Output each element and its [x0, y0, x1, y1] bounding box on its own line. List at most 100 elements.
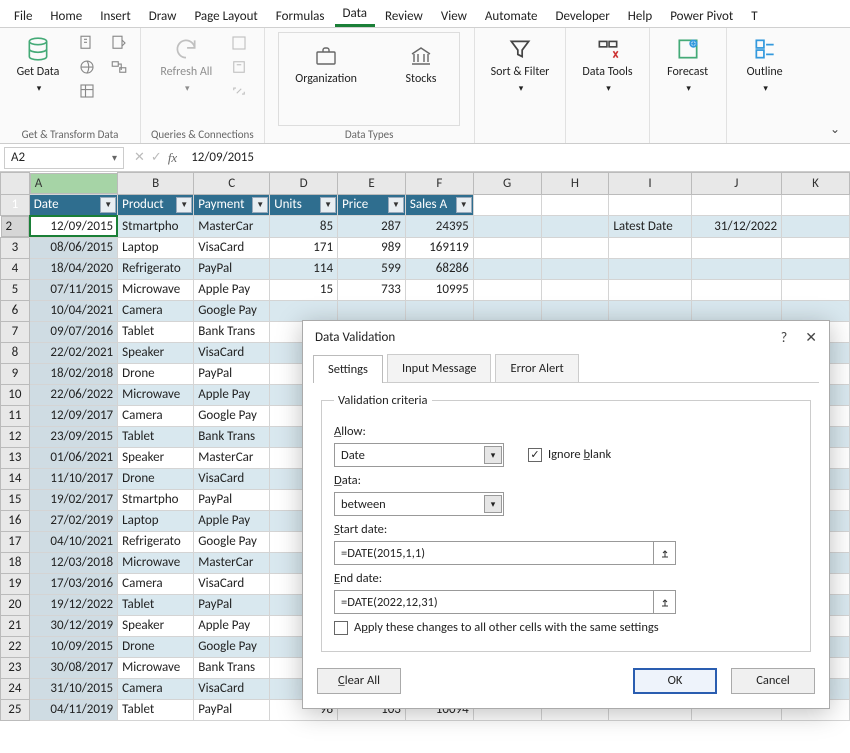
row-header[interactable]: 13 [1, 447, 30, 468]
col-header-I[interactable]: I [609, 173, 691, 195]
end-date-input[interactable]: =DATE(2022,12,31) [334, 590, 654, 614]
cell[interactable]: Google Pay [194, 636, 270, 657]
cancel-formula-button[interactable]: ✕ [134, 150, 145, 165]
cell[interactable]: 114 [270, 258, 338, 279]
cell[interactable]: Microwave [118, 552, 194, 573]
cell[interactable]: 07/11/2015 [29, 279, 117, 300]
row-header[interactable]: 8 [1, 342, 30, 363]
cell[interactable]: 23/09/2015 [29, 426, 117, 447]
range-picker-button[interactable] [654, 590, 676, 614]
cell[interactable]: 989 [338, 237, 406, 258]
cell[interactable]: 22/02/2021 [29, 342, 117, 363]
cell[interactable]: 85 [270, 215, 338, 237]
forecast-button[interactable]: Forecast ▾ [660, 32, 716, 98]
row-header[interactable]: 17 [1, 531, 30, 552]
cancel-button[interactable]: Cancel [731, 668, 815, 694]
cell[interactable]: PayPal [194, 363, 270, 384]
table-header-cell[interactable]: Product▼ [118, 194, 194, 215]
name-box[interactable]: A2 ▾ [4, 147, 124, 169]
cell[interactable]: Tablet [118, 321, 194, 342]
cell[interactable]: Bank Trans [194, 426, 270, 447]
help-button[interactable]: ? [781, 329, 788, 346]
cell[interactable]: Drone [118, 636, 194, 657]
cell[interactable]: Camera [118, 405, 194, 426]
cell[interactable]: Drone [118, 363, 194, 384]
cell[interactable]: 31/12/2022 [691, 215, 781, 237]
table-header-cell[interactable]: Sales A▼ [405, 194, 473, 215]
cell[interactable]: Speaker [118, 447, 194, 468]
cell[interactable]: 68286 [405, 258, 473, 279]
row-header[interactable]: 24 [1, 678, 30, 699]
cell[interactable] [338, 300, 406, 321]
cell[interactable]: Apple Pay [194, 279, 270, 300]
col-header-H[interactable]: H [541, 173, 609, 195]
ignore-blank-checkbox[interactable]: ✓ Ignore blank [528, 447, 611, 462]
cell[interactable]: 733 [338, 279, 406, 300]
cell[interactable] [541, 279, 609, 300]
filter-button[interactable]: ▼ [100, 197, 116, 213]
cell[interactable]: Camera [118, 678, 194, 699]
cell[interactable] [473, 300, 541, 321]
cell[interactable]: Camera [118, 300, 194, 321]
tab-view[interactable]: View [433, 6, 475, 27]
cell[interactable]: Stmartpho [118, 215, 194, 237]
cell[interactable]: MasterCar [194, 552, 270, 573]
cell[interactable] [691, 300, 781, 321]
cell[interactable] [609, 300, 691, 321]
tab-home[interactable]: Home [42, 6, 90, 27]
cell[interactable]: Latest Date [609, 215, 691, 237]
row-header[interactable]: 1 [1, 194, 30, 215]
cell[interactable]: Microwave [118, 279, 194, 300]
tab-draw[interactable]: Draw [141, 6, 185, 27]
row-header[interactable]: 15 [1, 489, 30, 510]
cell[interactable]: MasterCar [194, 447, 270, 468]
cell[interactable]: 10/04/2021 [29, 300, 117, 321]
accept-formula-button[interactable]: ✓ [151, 150, 162, 165]
start-date-input[interactable]: =DATE(2015,1,1) [334, 541, 654, 565]
cell[interactable]: Microwave [118, 657, 194, 678]
recent-sources-button[interactable] [108, 32, 130, 54]
col-header-C[interactable]: C [194, 173, 270, 195]
cell[interactable]: Refrigerato [118, 258, 194, 279]
row-header[interactable]: 14 [1, 468, 30, 489]
cell[interactable] [782, 279, 850, 300]
tab-developer[interactable]: Developer [548, 6, 618, 27]
edit-links-button[interactable] [228, 80, 250, 102]
from-web-button[interactable] [76, 56, 98, 78]
cell[interactable]: 08/06/2015 [29, 237, 117, 258]
col-header-G[interactable]: G [473, 173, 541, 195]
tab-data[interactable]: Data [335, 3, 376, 27]
get-data-button[interactable]: Get Data ▾ [10, 32, 66, 98]
properties-button[interactable] [228, 56, 250, 78]
range-picker-button[interactable] [654, 541, 676, 565]
row-header[interactable]: 18 [1, 552, 30, 573]
cell[interactable]: Camera [118, 573, 194, 594]
cell[interactable] [782, 237, 850, 258]
cell[interactable]: Tablet [118, 426, 194, 447]
cell[interactable] [541, 237, 609, 258]
cell[interactable]: PayPal [194, 594, 270, 615]
tab-insert[interactable]: Insert [92, 6, 139, 27]
dialog-tab-error-alert[interactable]: Error Alert [495, 354, 578, 382]
col-header-B[interactable]: B [118, 173, 194, 195]
cell[interactable]: 10/09/2015 [29, 636, 117, 657]
sort-filter-button[interactable]: Sort & Filter ▾ [485, 32, 556, 98]
cell[interactable]: 31/10/2015 [29, 678, 117, 699]
cell[interactable]: VisaCard [194, 342, 270, 363]
cell[interactable]: 24395 [405, 215, 473, 237]
cell[interactable] [609, 237, 691, 258]
tab-help[interactable]: Help [620, 6, 660, 27]
cell[interactable]: 01/06/2021 [29, 447, 117, 468]
row-header[interactable]: 2 [1, 216, 29, 237]
dialog-tab-input-message[interactable]: Input Message [387, 354, 492, 382]
cell[interactable] [782, 194, 850, 215]
cell[interactable]: 599 [338, 258, 406, 279]
cell[interactable]: 04/11/2019 [29, 699, 117, 720]
row-header[interactable]: 9 [1, 363, 30, 384]
col-header-F[interactable]: F [405, 173, 473, 195]
cell[interactable] [782, 215, 850, 237]
tab-power-pivot[interactable]: Power Pivot [662, 6, 741, 27]
outline-button[interactable]: Outline ▾ [737, 32, 793, 98]
cell[interactable]: 04/10/2021 [29, 531, 117, 552]
apply-all-checkbox[interactable]: Apply these changes to all other cells w… [334, 620, 659, 635]
